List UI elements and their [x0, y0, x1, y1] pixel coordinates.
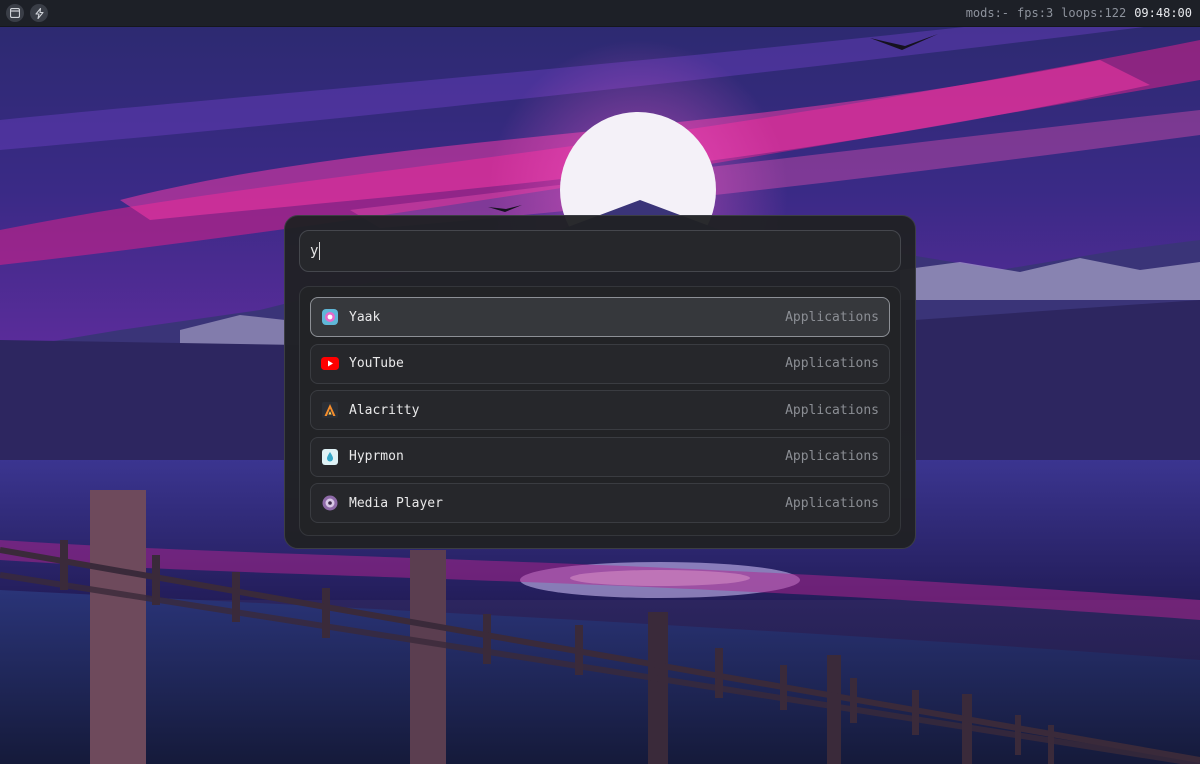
result-name: YouTube: [349, 356, 404, 372]
alacritty-icon: [321, 401, 339, 419]
result-category: Applications: [785, 402, 879, 418]
app-launcher: y Yaak Applications YouTube Applications…: [284, 215, 916, 549]
result-item-hyprmon[interactable]: Hyprmon Applications: [310, 436, 890, 477]
result-name: Media Player: [349, 495, 443, 511]
result-item-media-player[interactable]: Media Player Applications: [310, 483, 890, 524]
youtube-icon: [321, 355, 339, 373]
lightning-icon[interactable]: [30, 4, 48, 22]
loops-indicator: loops:122: [1061, 6, 1127, 20]
result-name: Alacritty: [349, 402, 420, 418]
yaak-icon: [321, 308, 339, 326]
clock: 09:48:00: [1134, 6, 1192, 20]
result-category: Applications: [785, 495, 879, 511]
hyprmon-icon: [321, 448, 339, 466]
result-category: Applications: [785, 449, 879, 465]
result-category: Applications: [785, 356, 879, 372]
fps-indicator: fps:3: [1017, 6, 1054, 20]
result-item-yaak[interactable]: Yaak Applications: [310, 297, 890, 337]
search-input-value: y: [310, 243, 319, 259]
media-player-icon: [321, 494, 339, 512]
result-name: Yaak: [349, 309, 381, 325]
result-item-alacritty[interactable]: Alacritty Applications: [310, 390, 890, 431]
results-list: Yaak Applications YouTube Applications A…: [299, 286, 901, 536]
text-caret: [319, 242, 321, 260]
top-status-bar: mods:- fps:3 loops:122 09:48:00: [0, 0, 1200, 27]
search-input[interactable]: y: [299, 230, 901, 272]
result-item-youtube[interactable]: YouTube Applications: [310, 343, 890, 384]
mods-indicator: mods:-: [965, 6, 1010, 20]
result-name: Hyprmon: [349, 449, 404, 465]
result-category: Applications: [785, 309, 879, 325]
window-icon[interactable]: [6, 4, 24, 22]
